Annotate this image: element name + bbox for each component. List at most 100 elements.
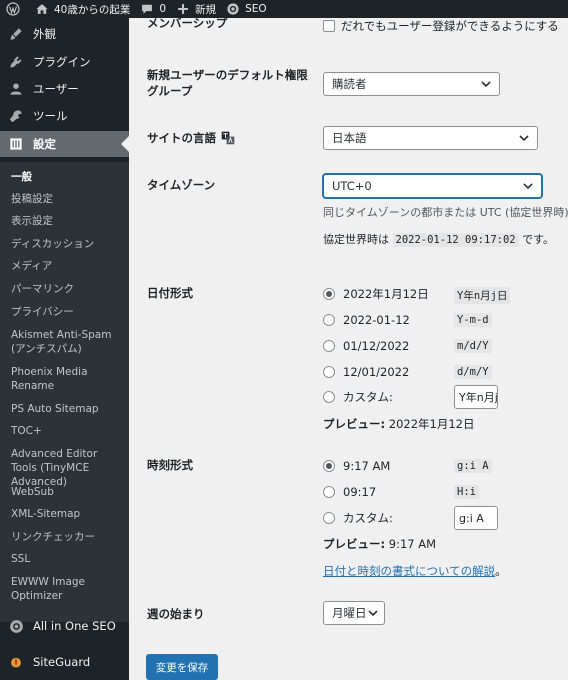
time-format-option-2[interactable]: 09:17 — [323, 484, 376, 500]
date-format-option-4[interactable]: 12/01/2022 — [323, 364, 409, 380]
sidebar-item-label: プラグイン — [33, 55, 91, 69]
submenu-item-privacy[interactable]: プライバシー — [11, 305, 126, 319]
settings-icon — [8, 136, 24, 152]
site-language-label: サイトの言語 — [147, 130, 235, 146]
aioseo-icon — [8, 618, 24, 634]
time-format-option-1[interactable]: 9:17 AM — [323, 458, 390, 474]
radio-button[interactable] — [323, 288, 335, 300]
sidebar-item-label: 外観 — [33, 27, 56, 41]
sidebar-item-users[interactable]: ユーザー — [0, 76, 129, 102]
home-icon — [36, 4, 48, 14]
week-start-select[interactable]: 月曜日 — [323, 601, 385, 625]
submenu-item-link-checker[interactable]: リンクチェッカー — [11, 530, 126, 544]
submenu-item-toc-plus[interactable]: TOC+ — [11, 424, 126, 438]
sidebar-item-plugins[interactable]: プラグイン — [0, 49, 129, 75]
radio-button[interactable] — [323, 340, 335, 352]
preview-value: 9:17 AM — [388, 537, 437, 551]
date-format-option-label: 01/12/2022 — [343, 339, 410, 353]
sidebar-item-label: SiteGuard — [33, 655, 91, 669]
submenu-item-reading[interactable]: 表示設定 — [11, 214, 126, 228]
date-time-doc-line: 日付と時刻の書式についての解説。 — [323, 563, 507, 579]
chevron-down-icon — [368, 610, 378, 617]
site-name-link[interactable]: 40歳からの起業 — [30, 0, 135, 18]
site-language-value: 日本語 — [332, 131, 367, 145]
sidebar-item-tools[interactable]: ツール — [0, 103, 129, 129]
week-start-value: 月曜日 — [332, 606, 367, 620]
submenu-item-ssl[interactable]: SSL — [11, 552, 126, 566]
comments-count: 0 — [159, 3, 167, 15]
date-format-code: d/m/Y — [454, 365, 492, 379]
sidebar-item-all-in-one-seo[interactable]: All in One SEO — [0, 613, 129, 639]
radio-button[interactable] — [323, 512, 335, 524]
translation-icon — [221, 131, 235, 145]
date-format-option-label: 2022年1月12日 — [343, 287, 429, 301]
sidebar-item-appearance[interactable]: 外観 — [0, 21, 129, 47]
default-role-label: 新規ユーザーのデフォルト権限 グループ — [147, 67, 308, 99]
timezone-label: タイムゾーン — [147, 178, 216, 192]
submenu-item-ewww-image-optimizer[interactable]: EWWW Image Optimizer — [11, 575, 126, 603]
submenu-item-media[interactable]: メディア — [11, 259, 126, 273]
timezone-description: 同じタイムゾーンの都市または UTC (協定世界時) — [323, 206, 568, 219]
radio-button[interactable] — [323, 486, 335, 498]
submenu-item-advanced-editor-tools[interactable]: Advanced Editor Tools (TinyMCE Advanced) — [11, 447, 126, 489]
utc-time-line: 協定世界時は 2022-01-12 09:17:02 です。 — [323, 231, 554, 247]
date-format-code: m/d/Y — [454, 339, 492, 353]
seo-menu-link[interactable]: SEO — [221, 0, 272, 18]
date-format-option-1[interactable]: 2022年1月12日 — [323, 286, 429, 302]
date-format-preview: プレビュー: 2022年1月12日 — [323, 416, 474, 432]
timezone-select[interactable]: UTC+0 — [323, 174, 542, 198]
admin-bar: 40歳からの起業 0 新規 SEO — [0, 0, 568, 18]
submenu-item-general[interactable]: 一般 — [11, 170, 126, 184]
submenu-item-websub[interactable]: WebSub — [11, 485, 126, 499]
chevron-down-icon — [523, 183, 533, 190]
utc-time-value: 2022-01-12 09:17:02 — [392, 233, 519, 247]
time-format-option-label: 09:17 — [343, 485, 377, 499]
settings-general-form: メンバーシップ だれでもユーザー登録ができるようにする 新規ユーザーのデフォルト… — [129, 16, 568, 680]
wrench-icon — [8, 108, 24, 124]
submenu-item-writing[interactable]: 投稿設定 — [11, 192, 126, 206]
utc-time-prefix: 協定世界時は — [323, 233, 389, 246]
save-changes-button[interactable]: 変更を保存 — [146, 654, 218, 680]
preview-label: プレビュー: — [323, 537, 386, 551]
time-format-custom-label: カスタム: — [343, 511, 393, 525]
plugin-icon — [8, 54, 24, 70]
date-time-doc-link[interactable]: 日付と時刻の書式についての解説 — [323, 564, 495, 578]
time-format-code: g:i A — [454, 459, 492, 473]
submenu-item-phoenix-media-rename[interactable]: Phoenix Media Rename — [11, 365, 126, 393]
default-role-value: 購読者 — [332, 77, 367, 91]
date-format-option-custom[interactable]: カスタム: — [323, 389, 393, 405]
default-role-label-line2: グループ — [147, 84, 193, 98]
wordpress-logo-icon — [6, 2, 20, 16]
sidebar-item-settings[interactable]: 設定 — [0, 131, 129, 157]
sidebar-item-siteguard[interactable]: SiteGuard — [0, 649, 129, 675]
submenu-item-discussion[interactable]: ディスカッション — [11, 237, 126, 251]
date-format-custom-input[interactable]: Y年n月j日 — [454, 385, 498, 409]
time-format-option-label: 9:17 AM — [343, 459, 391, 473]
radio-button[interactable] — [323, 391, 335, 403]
utc-time-suffix: です。 — [522, 233, 555, 246]
time-format-custom-input[interactable]: g:i A — [454, 506, 498, 530]
submenu-item-xml-sitemap[interactable]: XML-Sitemap — [11, 507, 126, 521]
time-format-option-custom[interactable]: カスタム: — [323, 510, 393, 526]
preview-value: 2022年1月12日 — [388, 417, 475, 431]
site-language-label-text: サイトの言語 — [147, 131, 216, 145]
date-format-option-3[interactable]: 01/12/2022 — [323, 338, 409, 354]
membership-checkbox[interactable] — [323, 20, 335, 32]
seo-gear-icon — [227, 3, 239, 15]
site-language-select[interactable]: 日本語 — [323, 126, 538, 150]
wordpress-logo-button[interactable] — [0, 0, 30, 18]
date-format-option-2[interactable]: 2022-01-12 — [323, 312, 410, 328]
submenu-item-akismet[interactable]: Akismet Anti-Spam (アンチスパム) — [11, 328, 126, 356]
doc-link-suffix: 。 — [495, 564, 507, 578]
submenu-item-permalink[interactable]: パーマリンク — [11, 282, 126, 296]
sidebar-item-label: ツール — [33, 109, 68, 123]
radio-button[interactable] — [323, 366, 335, 378]
paintbrush-icon — [8, 26, 24, 42]
submenu-item-ps-auto-sitemap[interactable]: PS Auto Sitemap — [11, 402, 126, 416]
radio-button[interactable] — [323, 314, 335, 326]
date-format-code: Y-m-d — [454, 313, 492, 327]
default-role-select[interactable]: 購読者 — [323, 72, 500, 96]
radio-button[interactable] — [323, 460, 335, 472]
time-format-preview: プレビュー: 9:17 AM — [323, 536, 436, 552]
sidebar-item-label: 設定 — [33, 137, 56, 151]
